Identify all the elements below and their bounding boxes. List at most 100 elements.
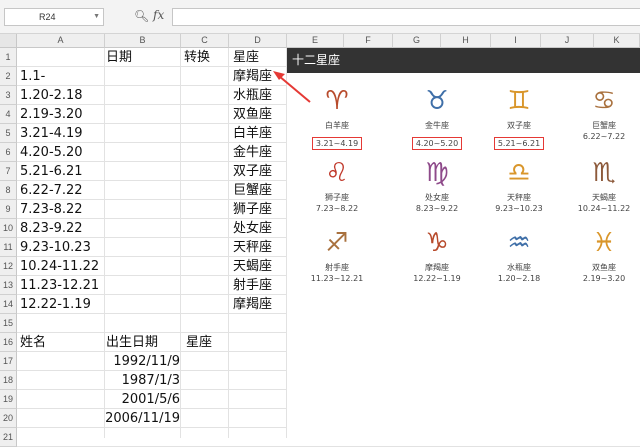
- row-header-4[interactable]: 4: [0, 105, 17, 124]
- date-range-cell[interactable]: 6.22-7.22: [20, 181, 83, 200]
- header-date[interactable]: 日期: [106, 48, 132, 67]
- birthday-cell[interactable]: 1992/11/9: [100, 352, 180, 371]
- sign-cell[interactable]: 狮子座: [233, 200, 272, 219]
- cancer-icon: ♋: [568, 86, 640, 116]
- date-range-cell[interactable]: 7.23-8.22: [20, 200, 83, 219]
- lookup-header-birth[interactable]: 出生日期: [106, 333, 158, 352]
- birthday-cell[interactable]: 1987/1/3: [100, 371, 180, 390]
- column-header-b[interactable]: B: [105, 34, 181, 48]
- sign-cell[interactable]: 摩羯座: [233, 295, 272, 314]
- sign-cell[interactable]: 金牛座: [233, 143, 272, 162]
- row-header-20[interactable]: 20: [0, 409, 17, 428]
- row-header-6[interactable]: 6: [0, 143, 17, 162]
- zodiac-card[interactable]: ♑摩羯座12.22~1.19: [392, 228, 482, 284]
- birthday-cell[interactable]: 2006/11/19: [100, 409, 180, 428]
- date-range-cell[interactable]: 3.21-4.19: [20, 124, 83, 143]
- grid-line: [228, 48, 229, 438]
- leo-icon: ♌: [292, 158, 382, 188]
- formula-input[interactable]: [172, 8, 640, 26]
- sign-cell[interactable]: 天蝎座: [233, 257, 272, 276]
- row-header-9[interactable]: 9: [0, 200, 17, 219]
- zodiac-card[interactable]: ♊双子座5.21~6.21: [474, 86, 564, 150]
- lookup-header-name[interactable]: 姓名: [20, 333, 46, 352]
- row-header-8[interactable]: 8: [0, 181, 17, 200]
- taurus-icon: ♉: [392, 86, 482, 116]
- row-header-14[interactable]: 14: [0, 295, 17, 314]
- header-sign[interactable]: 星座: [233, 48, 259, 67]
- fx-icon[interactable]: fx: [153, 8, 164, 22]
- row-header-17[interactable]: 17: [0, 352, 17, 371]
- row-header-1[interactable]: 1: [0, 48, 17, 67]
- formula-bar: R24 ▼ 🔍︎ fx: [0, 0, 640, 34]
- date-range-cell[interactable]: 4.20-5.20: [20, 143, 83, 162]
- column-header-g[interactable]: G: [393, 34, 441, 48]
- row-header-11[interactable]: 11: [0, 238, 17, 257]
- zodiac-name: 金牛座: [392, 120, 482, 131]
- zodiac-range: 8.23~9.22: [392, 203, 482, 214]
- zodiac-card[interactable]: ♐射手座11.23~12.21: [292, 228, 382, 284]
- zodiac-card[interactable]: ♍处女座8.23~9.22: [392, 158, 482, 214]
- row-header-7[interactable]: 7: [0, 162, 17, 181]
- sign-cell[interactable]: 摩羯座: [233, 67, 272, 86]
- column-header-e[interactable]: E: [287, 34, 344, 48]
- date-range-cell[interactable]: 2.19-3.20: [20, 105, 83, 124]
- sign-cell[interactable]: 处女座: [233, 219, 272, 238]
- column-header-j[interactable]: J: [541, 34, 594, 48]
- date-range-cell[interactable]: 9.23-10.23: [20, 238, 91, 257]
- zodiac-range-highlighted: 3.21~4.19: [312, 137, 362, 150]
- zodiac-range: 1.20~2.18: [474, 273, 564, 284]
- birthday-cell[interactable]: 2001/5/6: [100, 390, 180, 409]
- red-arrow-icon: [270, 66, 316, 106]
- row-header-16[interactable]: 16: [0, 333, 17, 352]
- column-header-h[interactable]: H: [441, 34, 491, 48]
- zoom-icon[interactable]: 🔍︎: [134, 9, 149, 23]
- date-range-cell[interactable]: 11.23-12.21: [20, 276, 99, 295]
- row-header-10[interactable]: 10: [0, 219, 17, 238]
- column-header-f[interactable]: F: [344, 34, 393, 48]
- date-range-cell[interactable]: 12.22-1.19: [20, 295, 91, 314]
- zodiac-card[interactable]: ♏天蝎座10.24~11.22: [568, 158, 640, 214]
- column-header-a[interactable]: A: [17, 34, 105, 48]
- name-box[interactable]: R24 ▼: [4, 8, 104, 26]
- sign-cell[interactable]: 白羊座: [233, 124, 272, 143]
- date-range-cell[interactable]: 10.24-11.22: [20, 257, 99, 276]
- zodiac-card[interactable]: ♉金牛座4.20~5.20: [392, 86, 482, 150]
- zodiac-card[interactable]: ♌狮子座7.23~8.22: [292, 158, 382, 214]
- row-header-15[interactable]: 15: [0, 314, 17, 333]
- sign-cell[interactable]: 巨蟹座: [233, 181, 272, 200]
- date-range-cell[interactable]: 1.20-2.18: [20, 86, 83, 105]
- row-header-3[interactable]: 3: [0, 86, 17, 105]
- header-convert[interactable]: 转换: [184, 48, 210, 67]
- row-header-13[interactable]: 13: [0, 276, 17, 295]
- row-header-2[interactable]: 2: [0, 67, 17, 86]
- lookup-header-sign[interactable]: 星座: [186, 333, 212, 352]
- column-header-i[interactable]: I: [491, 34, 541, 48]
- row-header-12[interactable]: 12: [0, 257, 17, 276]
- sign-cell[interactable]: 天秤座: [233, 238, 272, 257]
- sign-cell[interactable]: 水瓶座: [233, 86, 272, 105]
- select-all-corner[interactable]: [0, 34, 17, 48]
- zodiac-card[interactable]: ♋巨蟹座6.22~7.22: [568, 86, 640, 142]
- row-header-5[interactable]: 5: [0, 124, 17, 143]
- zodiac-name: 双子座: [474, 120, 564, 131]
- zodiac-range: 11.23~12.21: [292, 273, 382, 284]
- row-header-19[interactable]: 19: [0, 390, 17, 409]
- date-range-cell[interactable]: 5.21-6.21: [20, 162, 83, 181]
- sign-cell[interactable]: 射手座: [233, 276, 272, 295]
- sign-cell[interactable]: 双鱼座: [233, 105, 272, 124]
- gemini-icon: ♊: [474, 86, 564, 116]
- column-header-k[interactable]: K: [594, 34, 640, 48]
- zodiac-panel: 十二星座 ♈白羊座3.21~4.19♉金牛座4.20~5.20♊双子座5.21~…: [287, 48, 640, 438]
- date-range-cell[interactable]: 1.1-: [20, 67, 45, 86]
- row-header-18[interactable]: 18: [0, 371, 17, 390]
- sign-cell[interactable]: 双子座: [233, 162, 272, 181]
- date-range-cell[interactable]: 8.23-9.22: [20, 219, 83, 238]
- column-header-d[interactable]: D: [229, 34, 287, 48]
- column-header-c[interactable]: C: [181, 34, 229, 48]
- zodiac-name: 射手座: [292, 262, 382, 273]
- zodiac-card[interactable]: ♓双鱼座2.19~3.20: [568, 228, 640, 284]
- zodiac-card[interactable]: ♒水瓶座1.20~2.18: [474, 228, 564, 284]
- chevron-down-icon[interactable]: ▼: [93, 9, 100, 25]
- zodiac-card[interactable]: ♎天秤座9.23~10.23: [474, 158, 564, 214]
- zodiac-range: 2.19~3.20: [568, 273, 640, 284]
